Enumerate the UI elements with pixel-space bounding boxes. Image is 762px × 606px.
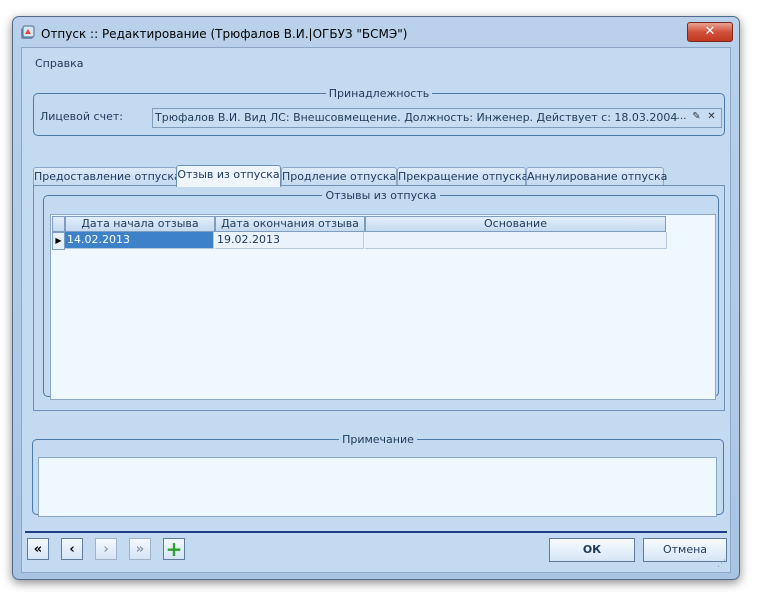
close-button[interactable]: ✕	[687, 22, 733, 42]
app-icon	[21, 25, 35, 39]
tab-vacation-termination[interactable]: Прекращение отпуска	[397, 167, 528, 187]
edit-icon[interactable]: ✎	[690, 110, 703, 124]
menu-item-help[interactable]: Справка	[35, 57, 83, 70]
note-group: Примечание	[32, 433, 724, 517]
col-header-start[interactable]: Дата начала отзыва	[65, 216, 215, 232]
note-legend: Примечание	[342, 433, 414, 446]
first-record-button[interactable]: «	[27, 538, 49, 560]
tab-vacation-grant[interactable]: Предоставление отпуска	[33, 167, 181, 187]
account-label: Лицевой счет:	[40, 110, 123, 123]
row-indicator-icon: ▶	[52, 232, 65, 250]
col-header-end[interactable]: Дата окончания отзыва	[215, 216, 365, 232]
note-textarea[interactable]	[38, 457, 717, 517]
ok-button[interactable]: ОК	[549, 538, 635, 562]
prev-record-button[interactable]: ‹	[61, 538, 83, 560]
grid-corner	[52, 216, 65, 232]
client-area: Справка Принадлежность Лицевой счет: Трю…	[21, 47, 731, 573]
resize-grip-icon[interactable]: ⋰	[717, 559, 727, 569]
ownership-group: Принадлежность Лицевой счет: Трюфалов В.…	[33, 88, 725, 136]
last-record-button[interactable]: »	[129, 538, 151, 560]
dialog-window: Отпуск :: Редактирование (Трюфалов В.И.|…	[12, 16, 740, 580]
ellipsis-button[interactable]: …	[675, 110, 688, 124]
account-combo[interactable]: Трюфалов В.И. Вид ЛС: Внешсовмещение. До…	[152, 108, 722, 128]
clear-icon[interactable]: ✕	[705, 110, 718, 124]
tab-vacation-cancellation[interactable]: Аннулирование отпуска	[526, 167, 667, 187]
cell-end-date[interactable]: 19.02.2013	[215, 232, 364, 249]
title-bar[interactable]: Отпуск :: Редактирование (Трюфалов В.И.|…	[13, 17, 739, 47]
cell-reason[interactable]	[365, 232, 667, 249]
next-record-button[interactable]: ›	[95, 538, 117, 560]
ownership-legend: Принадлежность	[328, 87, 430, 100]
tab-panel-recall: Отзывы из отпуска Дата начала отзыва Дат…	[33, 185, 725, 411]
recalls-grid[interactable]: Дата начала отзыва Дата окончания отзыва…	[50, 214, 716, 400]
account-value: Трюфалов В.И. Вид ЛС: Внешсовмещение. До…	[155, 111, 678, 124]
recalls-group: Отзывы из отпуска Дата начала отзыва Дат…	[43, 189, 719, 400]
tab-vacation-extension[interactable]: Продление отпуска	[281, 167, 397, 187]
tab-vacation-recall[interactable]: Отзыв из отпуска	[176, 165, 281, 187]
col-header-reason[interactable]: Основание	[365, 216, 666, 232]
recalls-legend: Отзывы из отпуска	[325, 189, 437, 202]
window-title: Отпуск :: Редактирование (Трюфалов В.И.|…	[41, 27, 408, 41]
add-record-button[interactable]: +	[163, 538, 185, 560]
footer-separator	[25, 531, 727, 533]
cell-start-date[interactable]: 14.02.2013	[65, 232, 214, 249]
cancel-button[interactable]: Отмена	[643, 538, 727, 562]
